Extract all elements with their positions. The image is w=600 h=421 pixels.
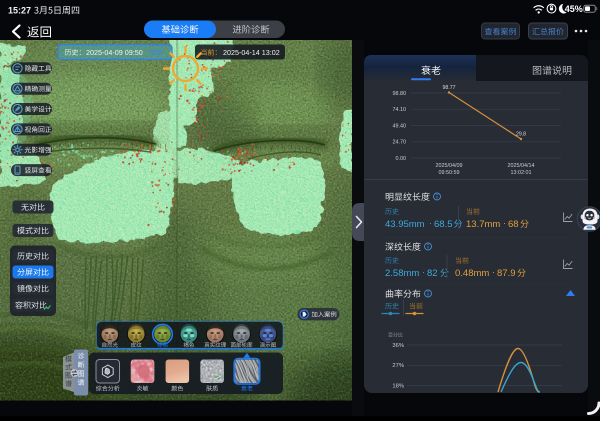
svg-text:43.95mm: 43.95mm	[385, 219, 425, 230]
svg-text:82: 82	[427, 268, 438, 279]
svg-text:0.48mm: 0.48mm	[455, 268, 489, 279]
svg-text:24.70: 24.70	[393, 140, 407, 146]
svg-text:09:50:59: 09:50:59	[439, 170, 460, 176]
svg-text:·: ·	[492, 267, 495, 277]
svg-text:87.9: 87.9	[497, 268, 516, 279]
svg-text:98.80: 98.80	[393, 91, 407, 97]
svg-text:2025/04/09: 2025/04/09	[436, 163, 463, 169]
svg-text:29.8: 29.8	[516, 132, 526, 138]
svg-text:74.10: 74.10	[393, 107, 407, 113]
svg-text:2025/04/14: 2025/04/14	[508, 163, 535, 169]
svg-text:68: 68	[508, 219, 519, 230]
svg-text:·: ·	[429, 218, 432, 228]
svg-text:·: ·	[503, 218, 506, 228]
svg-text:98.77: 98.77	[443, 85, 456, 91]
svg-text:27%: 27%	[392, 363, 404, 369]
svg-text:2.58mm: 2.58mm	[385, 268, 419, 279]
svg-text:2025-04-14 13:02: 2025-04-14 13:02	[223, 48, 280, 57]
svg-text:68.5: 68.5	[434, 219, 453, 230]
svg-text:·: ·	[422, 267, 425, 277]
svg-text:18%: 18%	[392, 383, 404, 389]
svg-text:13:02:01: 13:02:01	[511, 170, 532, 176]
svg-text:0.00: 0.00	[396, 156, 407, 162]
svg-text:49.40: 49.40	[393, 123, 407, 129]
svg-text:45%: 45%	[565, 4, 583, 14]
svg-text:36%: 36%	[392, 343, 404, 349]
svg-text:2025-04-09 09:50: 2025-04-09 09:50	[86, 48, 143, 57]
svg-text:13.7mm: 13.7mm	[466, 219, 500, 230]
svg-text:15:27: 15:27	[8, 6, 31, 16]
